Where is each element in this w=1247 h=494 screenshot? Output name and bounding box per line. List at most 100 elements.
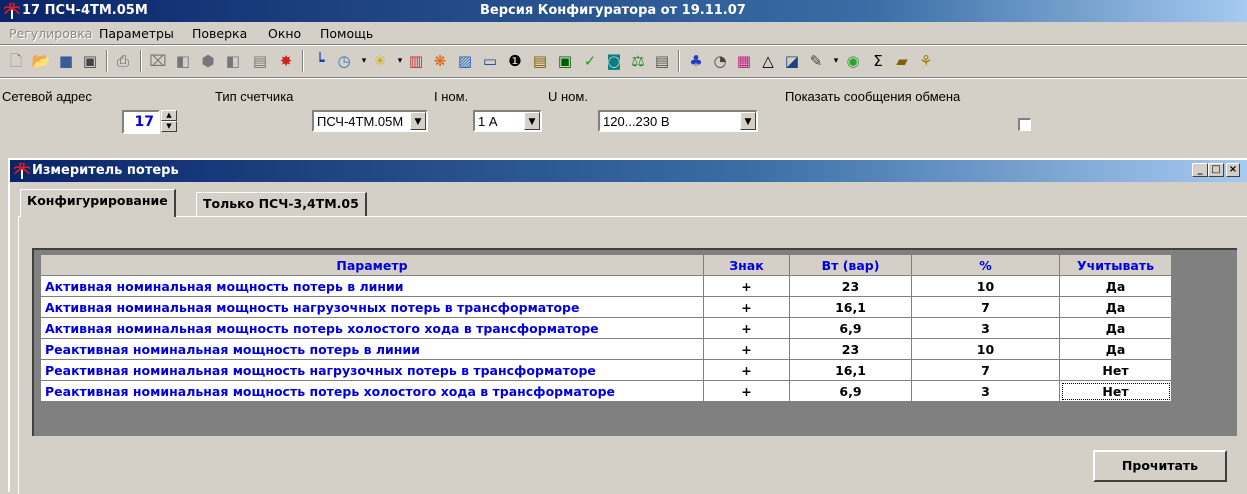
param-cell[interactable]: Реактивная номинальная мощность нагрузоч… (40, 359, 704, 381)
stopwatch-icon[interactable]: ◔ (710, 51, 730, 71)
column-header-parameter[interactable]: Параметр (40, 254, 704, 276)
bug-icon[interactable]: ✸ (276, 51, 296, 71)
palette-icon[interactable]: ❋ (430, 51, 450, 71)
cut-icon[interactable]: ◧ (173, 51, 193, 71)
child-title-bar[interactable]: Измеритель потерь _ □ × (10, 160, 1247, 182)
menu-item-window[interactable]: Окно (268, 26, 301, 41)
sign-cell[interactable]: + (703, 317, 790, 339)
clock-icon[interactable]: ◷ (334, 51, 354, 71)
sign-cell[interactable]: + (703, 296, 790, 318)
bar-chart-icon[interactable]: ▥ (406, 51, 426, 71)
spin-up-button[interactable]: ▲ (161, 110, 177, 121)
column-header-watts[interactable]: Вт (вар) (789, 254, 912, 276)
i-nom-select[interactable]: 1 А ▼ (473, 110, 542, 132)
tab-only-psch[interactable]: Только ПСЧ-3,4ТМ.05 (196, 192, 367, 216)
spin-down-button[interactable]: ▼ (161, 121, 177, 132)
box-icon[interactable]: ▰ (892, 51, 912, 71)
sign-cell[interactable]: + (703, 359, 790, 381)
print-icon[interactable]: ⎙ (113, 51, 133, 71)
param-cell[interactable]: Реактивная номинальная мощность потерь в… (40, 338, 704, 360)
param-cell[interactable]: Активная номинальная мощность потерь хол… (40, 317, 704, 339)
u-nom-value: 120...230 В (603, 114, 670, 129)
close-icon[interactable]: × (1226, 163, 1240, 177)
percent-cell[interactable]: 3 (911, 317, 1060, 339)
use-cell[interactable]: Да (1059, 317, 1172, 339)
maximize-icon[interactable]: □ (1208, 163, 1224, 177)
computer-icon[interactable]: ▤ (652, 51, 672, 71)
read-button[interactable]: Прочитать (1093, 450, 1227, 482)
param-cell[interactable]: Реактивная номинальная мощность потерь х… (40, 380, 704, 402)
copy-icon[interactable]: ◧ (223, 51, 243, 71)
sigma-icon[interactable]: Σ (868, 51, 888, 71)
open-folder-icon[interactable]: 📂 (31, 51, 51, 71)
document-icon[interactable]: ▤ (530, 51, 550, 71)
meter-type-select[interactable]: ПСЧ-4ТМ.05М ▼ (312, 110, 428, 132)
param-cell[interactable]: Активная номинальная мощность потерь в л… (40, 275, 704, 297)
scales-icon[interactable]: ⚖ (628, 51, 648, 71)
column-header-use[interactable]: Учитывать (1059, 254, 1172, 276)
percent-cell[interactable]: 3 (911, 380, 1060, 402)
calculator-icon[interactable]: ▤ (250, 51, 270, 71)
menu-item-regulation[interactable]: Регулировка (9, 26, 92, 41)
checkmark-icon[interactable]: ✓ (580, 51, 600, 71)
percent-cell[interactable]: 7 (911, 359, 1060, 381)
network-icon[interactable]: ⬢ (198, 51, 218, 71)
info-icon[interactable]: ❶ (505, 51, 525, 71)
use-cell[interactable]: Да (1059, 275, 1172, 297)
use-cell[interactable]: Да (1059, 338, 1172, 360)
clear-icon[interactable]: ⌧ (148, 51, 168, 71)
sign-cell[interactable]: + (703, 380, 790, 402)
use-cell[interactable]: Да (1059, 296, 1172, 318)
screen-icon[interactable]: ◙ (604, 51, 624, 71)
sign-cell[interactable]: + (703, 275, 790, 297)
toolbar: 🗋 📂 ■ ▣ ⎙ ⌧ ◧ ⬢ ◧ ▤ ✸ ┕ ◷ ▾ ☀ ▾ ▥ ❋ ▨ ▭ … (0, 46, 1247, 76)
percent-cell[interactable]: 10 (911, 338, 1060, 360)
palm-tree-icon (14, 163, 30, 179)
value-cell[interactable]: 23 (789, 275, 912, 297)
app-title-bar[interactable]: 17 ПСЧ-4ТМ.05М Версия Конфигуратора от 1… (0, 0, 1247, 22)
new-file-icon[interactable]: 🗋 (6, 51, 26, 71)
image-icon[interactable]: ◪ (782, 51, 802, 71)
sun-icon[interactable]: ☀ (370, 51, 390, 71)
use-cell[interactable]: Нет (1059, 359, 1172, 381)
toolbar-separator (302, 50, 304, 72)
value-cell[interactable]: 23 (789, 338, 912, 360)
chevron-down-icon[interactable]: ▼ (410, 112, 426, 130)
minimize-icon[interactable]: _ (1192, 163, 1208, 177)
column-header-sign[interactable]: Знак (703, 254, 790, 276)
show-messages-checkbox[interactable] (1018, 118, 1031, 131)
value-cell[interactable]: 16,1 (789, 359, 912, 381)
chevron-down-icon[interactable]: ▼ (740, 112, 756, 130)
table-row: Активная номинальная мощность нагрузочны… (40, 296, 1172, 318)
save-all-icon[interactable]: ▣ (80, 51, 100, 71)
window-icon[interactable]: ▭ (480, 51, 500, 71)
column-header-percent[interactable]: % (911, 254, 1060, 276)
net-addr-input[interactable]: 17 (122, 110, 160, 134)
menu-item-verification[interactable]: Поверка (192, 26, 247, 41)
tab-configuration[interactable]: Конфигурирование (20, 189, 176, 217)
menu-item-parameters[interactable]: Параметры (99, 26, 174, 41)
child-window-title: Измеритель потерь (32, 163, 179, 178)
menu-item-help[interactable]: Помощь (320, 26, 373, 41)
u-nom-select[interactable]: 120...230 В ▼ (598, 110, 758, 132)
chart-axes-icon[interactable]: ┕ (310, 51, 330, 71)
value-cell[interactable]: 6,9 (789, 380, 912, 402)
use-cell-focused[interactable]: Нет (1059, 380, 1172, 402)
monitor-icon[interactable]: ▣ (555, 51, 575, 71)
picture-icon[interactable]: ▨ (455, 51, 475, 71)
wand-icon[interactable]: ✎ (806, 51, 826, 71)
chevron-down-icon[interactable]: ▼ (524, 112, 540, 130)
param-cell[interactable]: Активная номинальная мощность нагрузочны… (40, 296, 704, 318)
percent-cell[interactable]: 7 (911, 296, 1060, 318)
globe-icon[interactable]: ◉ (843, 51, 863, 71)
graph-icon[interactable]: ▦ (734, 51, 754, 71)
sign-cell[interactable]: + (703, 338, 790, 360)
save-icon[interactable]: ■ (56, 51, 76, 71)
loss-parameters-grid: Параметр Знак Вт (вар) % Учитывать Актив… (32, 248, 1237, 436)
value-cell[interactable]: 16,1 (789, 296, 912, 318)
exit-icon[interactable]: ⚘ (916, 51, 936, 71)
percent-cell[interactable]: 10 (911, 275, 1060, 297)
triangle-icon[interactable]: △ (758, 51, 778, 71)
value-cell[interactable]: 6,9 (789, 317, 912, 339)
tree-icon[interactable]: ♣ (686, 51, 706, 71)
